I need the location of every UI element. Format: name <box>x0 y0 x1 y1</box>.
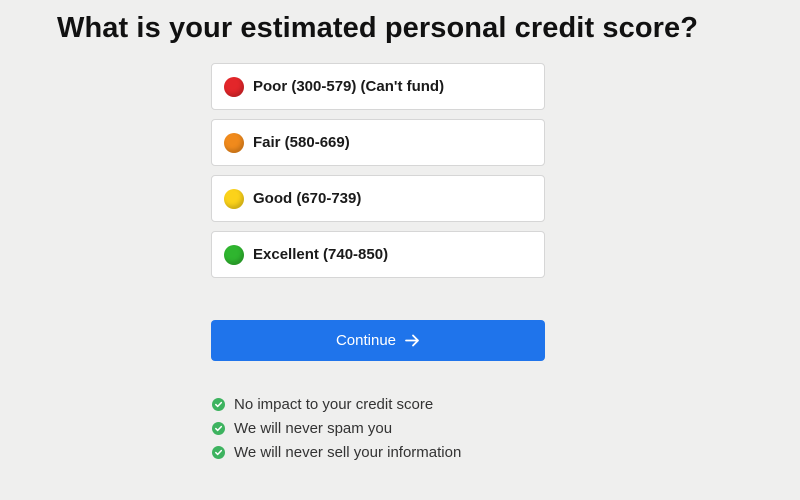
assurance-text: No impact to your credit score <box>234 395 434 413</box>
continue-button[interactable]: Continue <box>211 320 545 361</box>
arrow-right-icon <box>405 334 420 347</box>
option-label: Poor (300-579) (Can't fund) <box>253 78 445 95</box>
option-excellent[interactable]: Excellent (740-850) <box>211 231 545 278</box>
option-good[interactable]: Good (670-739) <box>211 175 545 222</box>
assurance-item: We will never spam you <box>212 416 461 440</box>
assurance-item: We will never sell your information <box>212 440 461 464</box>
check-circle-icon <box>212 421 225 435</box>
assurance-list: No impact to your credit score We will n… <box>212 392 461 464</box>
red-circle-icon <box>224 76 244 97</box>
option-label: Good (670-739) <box>253 190 362 207</box>
yellow-circle-icon <box>224 188 244 209</box>
assurance-item: No impact to your credit score <box>212 392 461 416</box>
option-poor[interactable]: Poor (300-579) (Can't fund) <box>211 63 545 110</box>
option-label: Excellent (740-850) <box>253 246 389 263</box>
orange-circle-icon <box>224 132 244 153</box>
green-circle-icon <box>224 244 244 265</box>
check-circle-icon <box>212 445 225 459</box>
credit-score-options: Poor (300-579) (Can't fund) Fair (580-66… <box>211 63 545 287</box>
check-circle-icon <box>212 397 225 411</box>
assurance-text: We will never sell your information <box>234 443 462 461</box>
continue-button-label: Continue <box>335 332 397 349</box>
assurance-text: We will never spam you <box>234 419 393 437</box>
page-title: What is your estimated personal credit s… <box>57 12 699 44</box>
option-fair[interactable]: Fair (580-669) <box>211 119 545 166</box>
option-label: Fair (580-669) <box>253 134 350 151</box>
